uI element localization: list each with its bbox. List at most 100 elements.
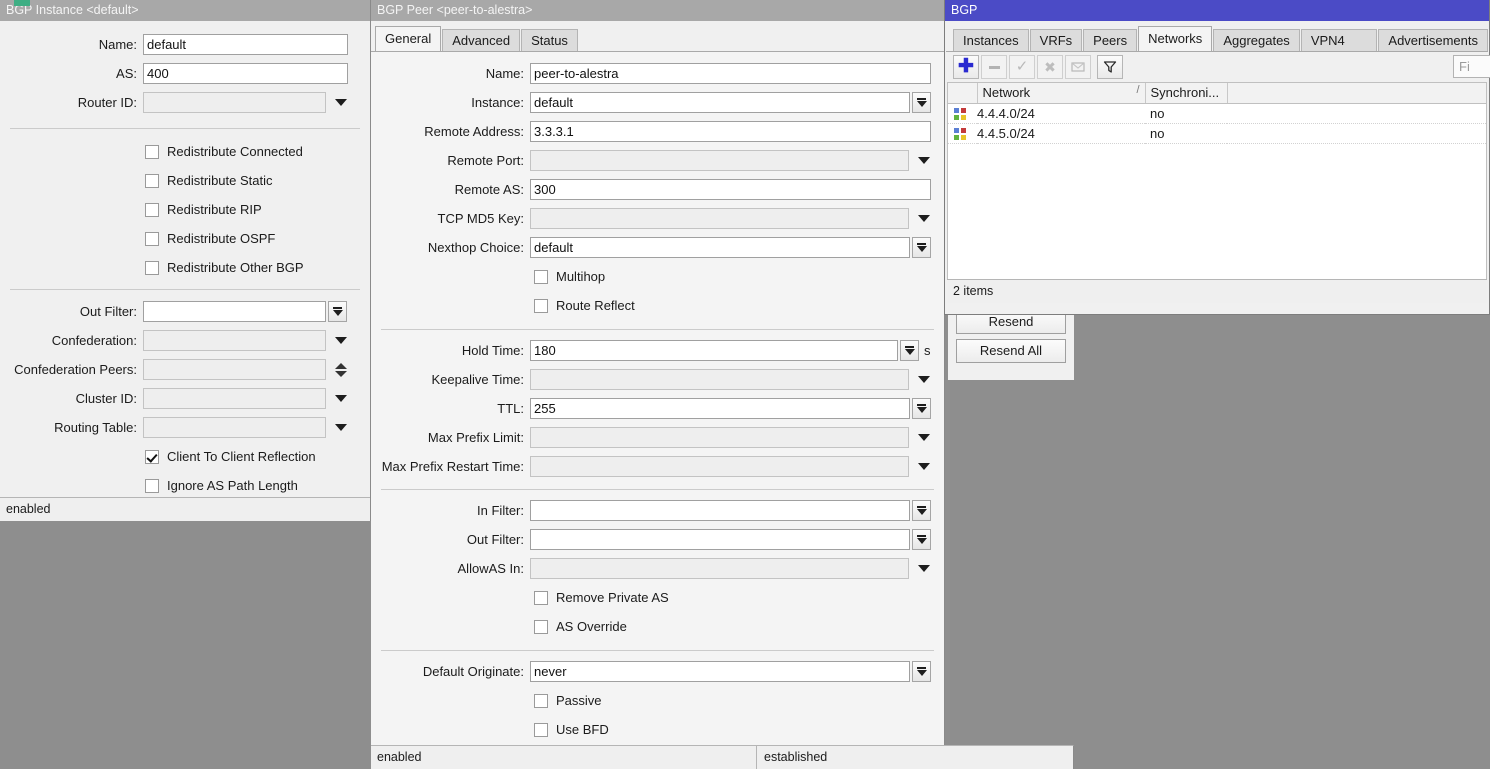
bgp-titlebar[interactable]: BGP [945,0,1489,21]
checkbox-use-bfd[interactable]: Use BFD [534,715,944,744]
instance-titlebar[interactable]: BGP Instance <default> [0,0,370,21]
remote-port-input[interactable] [530,150,909,171]
table-row[interactable]: 4.4.4.0/24 no [948,103,1486,123]
tab-networks[interactable]: Networks [1138,26,1212,51]
chevron-down-icon[interactable] [914,369,934,390]
cluster-id-input[interactable] [143,388,326,409]
ttl-input[interactable] [530,398,910,419]
remote-as-input[interactable] [530,179,931,200]
checkbox-label: Remove Private AS [556,590,669,605]
filter-button[interactable] [1097,55,1123,79]
comment-button[interactable] [1065,55,1091,79]
chevron-down-icon[interactable] [914,150,934,171]
checkbox-box[interactable] [145,203,159,217]
behind-peer-panel: Resend Resend All [948,305,1074,380]
dropdown-button-icon[interactable] [912,661,931,682]
cell-filler [1227,103,1486,123]
dropdown-button-icon[interactable] [912,529,931,550]
checkbox-as-override[interactable]: AS Override [534,612,944,641]
resend-all-button[interactable]: Resend All [956,339,1066,363]
name-input[interactable] [143,34,348,55]
checkbox-box[interactable] [145,479,159,493]
chevron-down-icon[interactable] [914,427,934,448]
allowas-in-input[interactable] [530,558,909,579]
chevron-down-icon[interactable] [914,456,934,477]
checkbox-box[interactable] [534,299,548,313]
checkbox-box[interactable] [145,261,159,275]
remove-button[interactable] [981,55,1007,79]
max-prefix-restart-input[interactable] [530,456,909,477]
hold-time-label: Hold Time: [371,343,530,358]
checkbox-ignore-as-path-length[interactable]: Ignore AS Path Length [145,471,370,500]
peer-instance-input[interactable] [530,92,910,113]
dropdown-button-icon[interactable] [912,500,931,521]
chevron-down-icon[interactable] [331,92,351,113]
checkbox-box[interactable] [534,694,548,708]
checkbox-box[interactable] [534,270,548,284]
checkbox-box[interactable] [534,620,548,634]
dropdown-button-icon[interactable] [900,340,919,361]
chevron-down-icon[interactable] [331,417,351,438]
confederation-input[interactable] [143,330,326,351]
peer-out-filter-input[interactable] [530,529,910,550]
checkbox-redistribute-static[interactable]: Redistribute Static [145,166,370,195]
checkbox-multihop[interactable]: Multihop [534,262,944,291]
tab-advanced[interactable]: Advanced [442,29,520,51]
confederation-peers-input[interactable] [143,359,326,380]
table-row[interactable]: 4.4.5.0/24 no [948,123,1486,143]
as-input[interactable] [143,63,348,84]
tab-vrfs[interactable]: VRFs [1030,29,1083,51]
column-header-network[interactable]: Network / [977,83,1145,103]
nexthop-input[interactable] [530,237,910,258]
hold-time-input[interactable] [530,340,898,361]
remote-address-input[interactable] [530,121,931,142]
find-input[interactable]: Fi [1453,55,1490,78]
add-button[interactable]: ✚ [953,55,979,79]
checkbox-box[interactable] [534,723,548,737]
out-filter-input[interactable] [143,301,326,322]
checkbox-box[interactable] [145,174,159,188]
chevron-down-icon[interactable] [331,388,351,409]
peer-name-input[interactable] [530,63,931,84]
checkbox-client-to-client-reflection[interactable]: Client To Client Reflection [145,442,370,471]
checkbox-box[interactable] [145,232,159,246]
default-originate-input[interactable] [530,661,910,682]
keepalive-input[interactable] [530,369,909,390]
disable-button[interactable]: ✖ [1037,55,1063,79]
checkbox-redistribute-connected[interactable]: Redistribute Connected [145,137,370,166]
checkbox-box[interactable] [145,145,159,159]
tab-peers[interactable]: Peers [1083,29,1137,51]
checkbox-redistribute-ospf[interactable]: Redistribute OSPF [145,224,370,253]
checkbox-redistribute-other-bgp[interactable]: Redistribute Other BGP [145,253,370,282]
checkbox-redistribute-rip[interactable]: Redistribute RIP [145,195,370,224]
dropdown-button-icon[interactable] [912,92,931,113]
dropdown-button-icon[interactable] [912,237,931,258]
dropdown-button-icon[interactable] [912,398,931,419]
routing-table-input[interactable] [143,417,326,438]
row-hold-time: Hold Time: s [371,336,944,365]
spinner-icon[interactable] [331,359,351,381]
instance-statusbar: enabled [0,497,370,521]
column-header-synchronize[interactable]: Synchroni... [1145,83,1227,103]
chevron-down-icon[interactable] [914,208,934,229]
tab-general[interactable]: General [375,26,441,51]
tcp-md5-input[interactable] [530,208,909,229]
tab-aggregates[interactable]: Aggregates [1213,29,1300,51]
checkbox-box[interactable] [145,450,159,464]
peer-titlebar[interactable]: BGP Peer <peer-to-alestra> [371,0,944,21]
router-id-input[interactable] [143,92,326,113]
checkbox-box[interactable] [534,591,548,605]
tab-status[interactable]: Status [521,29,578,51]
chevron-down-icon[interactable] [914,558,934,579]
enable-button[interactable]: ✓ [1009,55,1035,79]
checkbox-passive[interactable]: Passive [534,686,944,715]
tab-instances[interactable]: Instances [953,29,1029,51]
dropdown-button-icon[interactable] [328,301,347,322]
tab-vpn4-routes[interactable]: VPN4 Routes [1301,29,1378,51]
chevron-down-icon[interactable] [331,330,351,351]
checkbox-remove-private-as[interactable]: Remove Private AS [534,583,944,612]
max-prefix-input[interactable] [530,427,909,448]
tab-advertisements[interactable]: Advertisements [1378,29,1488,51]
checkbox-route-reflect[interactable]: Route Reflect [534,291,944,320]
in-filter-input[interactable] [530,500,910,521]
